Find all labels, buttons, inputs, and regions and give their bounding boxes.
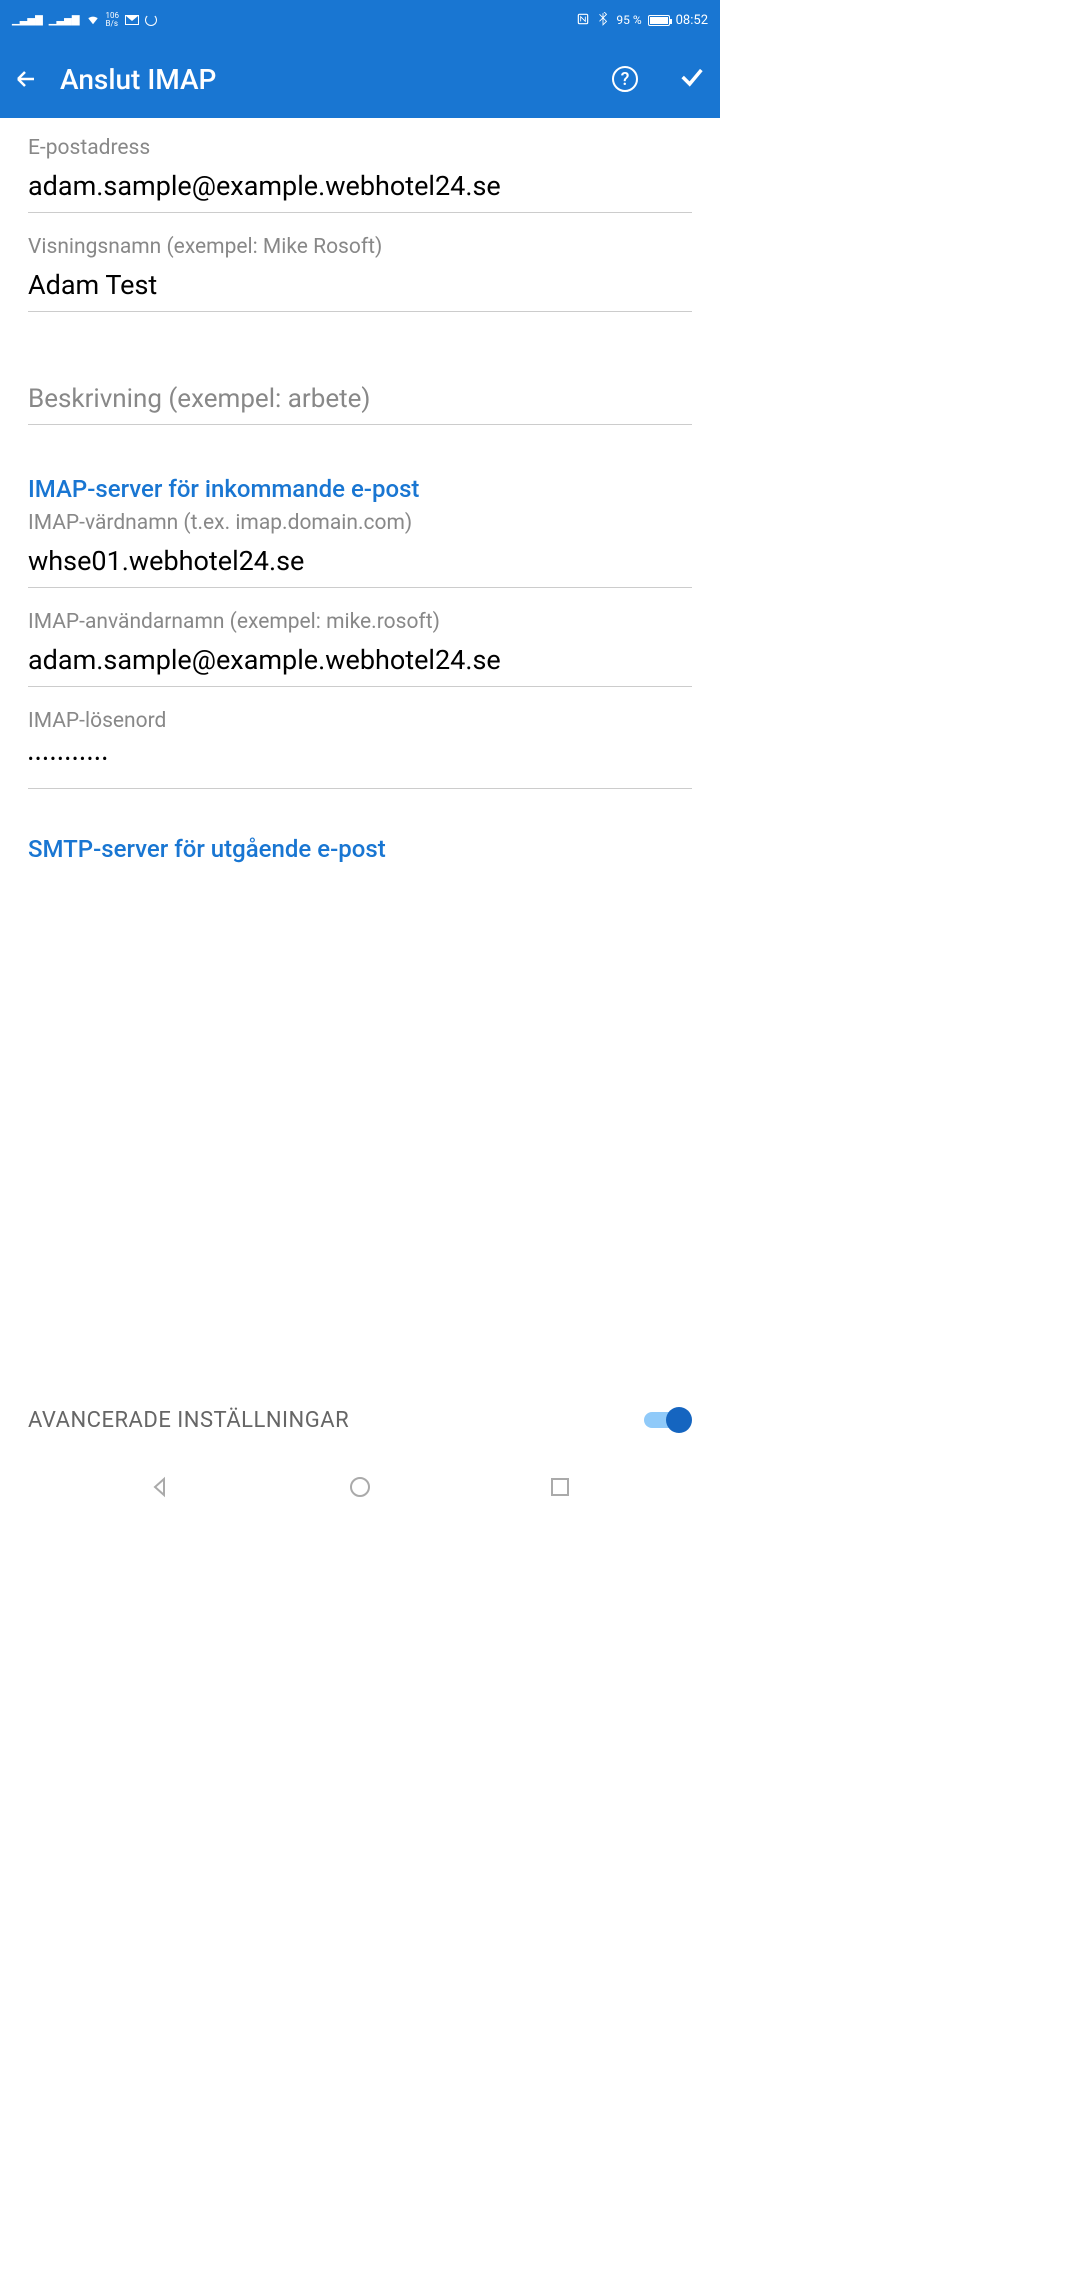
email-label: E-postadress [28,136,692,160]
form-content: E-postadress Visningsnamn (exempel: Mike… [0,118,720,1382]
email-field-group: E-postadress [28,136,692,213]
imap-username-label: IMAP-användarnamn (exempel: mike.rosoft) [28,610,692,634]
status-left: ▁▃▅▇ ▁▃▅▇ 106 B/s [12,12,157,29]
help-button[interactable]: ? [612,66,638,92]
nav-back-icon[interactable] [148,1475,172,1503]
imap-password-label: IMAP-lösenord [28,709,692,733]
nav-recent-icon[interactable] [548,1475,572,1503]
system-nav-bar [0,1458,720,1520]
page-title: Anslut IMAP [60,63,590,96]
advanced-label: AVANCERADE INSTÄLLNINGAR [28,1408,349,1433]
smtp-section-header: SMTP-server för utgående e-post [28,835,692,863]
imap-hostname-group: IMAP-värdnamn (t.ex. imap.domain.com) [28,511,692,588]
confirm-button[interactable] [678,63,706,95]
imap-username-input[interactable] [28,636,692,687]
displayname-label: Visningsnamn (exempel: Mike Rosoft) [28,235,692,259]
sync-icon [145,14,157,26]
wifi-icon [86,12,100,29]
imap-hostname-label: IMAP-värdnamn (t.ex. imap.domain.com) [28,511,692,535]
bluetooth-icon [596,12,610,29]
displayname-input[interactable] [28,261,692,312]
battery-percent: 95 % [616,13,641,27]
advanced-toggle-bar: AVANCERADE INSTÄLLNINGAR [0,1382,720,1458]
imap-password-group: IMAP-lösenord [28,709,692,789]
description-input[interactable] [28,352,692,425]
imap-username-group: IMAP-användarnamn (exempel: mike.rosoft) [28,610,692,687]
clock: 08:52 [676,13,708,28]
status-bar: ▁▃▅▇ ▁▃▅▇ 106 B/s 95 % 08:52 [0,0,720,40]
signal-icon: ▁▃▅▇ [12,15,43,26]
nfc-icon [576,12,590,29]
mail-icon [125,15,139,25]
imap-hostname-input[interactable] [28,537,692,588]
signal-icon-2: ▁▃▅▇ [49,15,80,26]
status-right: 95 % 08:52 [576,12,708,29]
imap-section-header: IMAP-server för inkommande e-post [28,475,692,503]
displayname-field-group: Visningsnamn (exempel: Mike Rosoft) [28,235,692,312]
email-input[interactable] [28,162,692,213]
advanced-toggle[interactable] [644,1407,692,1433]
battery-icon [648,15,670,26]
network-speed: 106 B/s [106,12,120,28]
nav-home-icon[interactable] [348,1475,372,1503]
back-button[interactable] [14,67,38,91]
app-bar: Anslut IMAP ? [0,40,720,118]
imap-password-input[interactable] [28,735,692,789]
